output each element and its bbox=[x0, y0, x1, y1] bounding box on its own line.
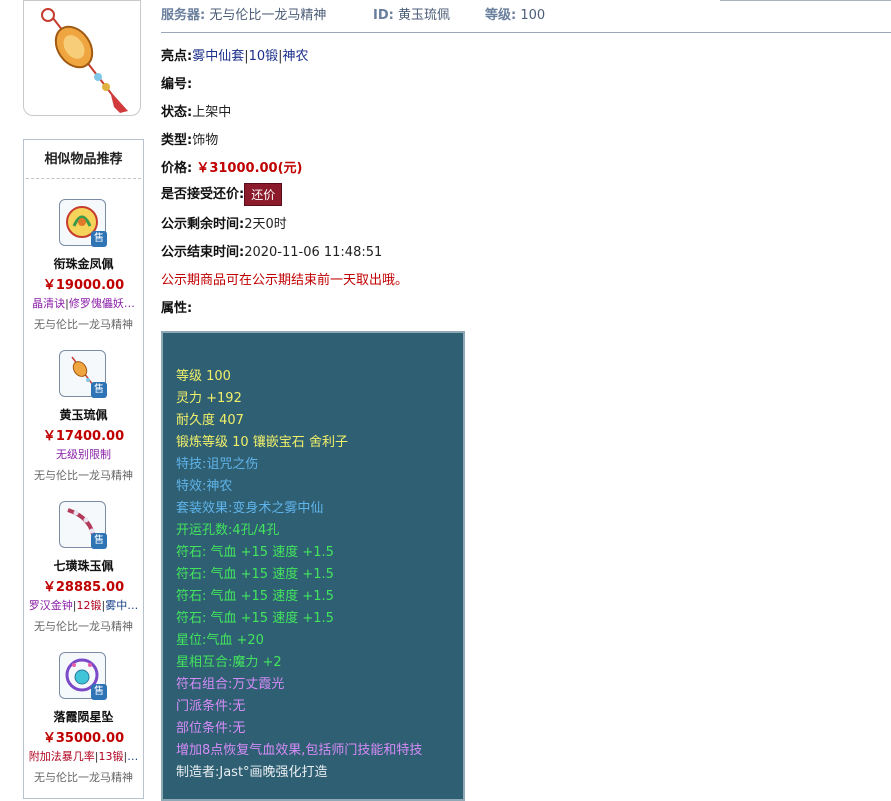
sale-badge: 售 bbox=[91, 533, 107, 549]
item-server: 无与伦比一龙马精神 bbox=[34, 620, 133, 633]
counter-offer-row: 是否接受还价: 还价 bbox=[161, 183, 283, 206]
attr-line: 星相互合:魔力 +2 bbox=[176, 655, 282, 670]
attr-line: 特效:神农 bbox=[176, 479, 233, 494]
pendant-icon bbox=[41, 8, 128, 113]
item-server: 无与伦比一龙马精神 bbox=[34, 469, 133, 482]
attributes-panel: 等级 100 灵力 +192 耐久度 407 锻炼等级 10 镶嵌宝石 舍利子 … bbox=[161, 331, 465, 801]
remaining-time-label: 公示剩余时间: bbox=[161, 217, 245, 232]
attr-line: 星位:气血 +20 bbox=[176, 633, 264, 648]
server-info: 服务器: 无与伦比一龙马精神 bbox=[161, 4, 326, 23]
sale-badge: 售 bbox=[91, 382, 107, 398]
similar-items-title: 相似物品推荐 bbox=[26, 140, 141, 179]
item-price: ￥28885.00 bbox=[42, 580, 125, 595]
type-row: 类型:饰物 bbox=[161, 129, 218, 148]
attr-line: 等级 100 bbox=[176, 369, 231, 384]
attr-line: 部位条件:无 bbox=[176, 721, 246, 736]
attr-line: 符石: 气血 +15 速度 +1.5 bbox=[176, 589, 334, 604]
item-tag: 罗汉金钟 bbox=[28, 599, 73, 612]
item-name[interactable]: 黄玉琉佩 bbox=[24, 406, 143, 423]
level-label: 等级: bbox=[485, 8, 517, 23]
status-label: 状态: bbox=[161, 105, 193, 120]
attr-line: 开运孔数:4孔/4孔 bbox=[176, 523, 280, 538]
similar-items-panel: 相似物品推荐 售 衔珠金凤佩 ￥19000.00 晶清诀|修罗傀儡妖… 无与伦比… bbox=[23, 139, 144, 799]
item-tags: 罗汉金钟|12锻|雾中… bbox=[28, 599, 139, 612]
item-price: ￥35000.00 bbox=[42, 731, 125, 746]
remaining-time-value: 2天0时 bbox=[244, 217, 287, 232]
highlights-label: 亮点: bbox=[161, 49, 193, 64]
attr-line: 符石: 气血 +15 速度 +1.5 bbox=[176, 611, 334, 626]
end-time-row: 公示结束时间:2020-11-06 11:48:51 bbox=[161, 241, 382, 260]
attr-line: 符石: 气血 +15 速度 +1.5 bbox=[176, 567, 334, 582]
price-label: 价格: bbox=[161, 161, 193, 176]
end-time-value: 2020-11-06 11:48:51 bbox=[244, 245, 383, 260]
item-name[interactable]: 落霞陨星坠 bbox=[24, 708, 143, 725]
status-value: 上架中 bbox=[192, 105, 232, 120]
item-header: 服务器: 无与伦比一龙马精神 ID: 黄玉琉佩 等级: 100 bbox=[161, 0, 891, 33]
attr-line: 灵力 +192 bbox=[176, 391, 242, 406]
highlight-tag[interactable]: 10锻 bbox=[249, 49, 279, 64]
status-row: 状态:上架中 bbox=[161, 101, 231, 120]
item-tags: 附加法暴几率|13锻|… bbox=[28, 750, 139, 763]
end-time-label: 公示结束时间: bbox=[161, 245, 245, 260]
item-thumbnail[interactable]: 售 bbox=[59, 199, 107, 247]
highlight-tag[interactable]: 神农 bbox=[283, 49, 309, 64]
item-tags: 无级别限制 bbox=[25, 446, 142, 462]
attributes-label: 属性: bbox=[161, 301, 193, 316]
item-tag: 修罗傀儡妖… bbox=[68, 297, 135, 310]
number-label: 编号: bbox=[161, 77, 193, 92]
item-tag: 晶清诀 bbox=[32, 297, 66, 310]
attr-line: 锻炼等级 10 镶嵌宝石 舍利子 bbox=[176, 435, 348, 450]
attr-line: 增加8点恢复气血效果,包括师门技能和特技 bbox=[176, 743, 423, 758]
id-label: ID: bbox=[373, 8, 394, 23]
id-value: 黄玉琉佩 bbox=[397, 8, 450, 23]
attributes-row: 属性: bbox=[161, 297, 192, 316]
item-tag: 雾中… bbox=[105, 599, 139, 612]
id-info: ID: 黄玉琉佩 bbox=[373, 4, 450, 23]
item-price: ￥19000.00 bbox=[42, 278, 125, 293]
counter-offer-label: 是否接受还价: bbox=[161, 187, 245, 202]
level-info: 等级: 100 bbox=[485, 4, 545, 23]
item-name[interactable]: 七璜珠玉佩 bbox=[24, 557, 143, 574]
item-image bbox=[23, 0, 141, 116]
item-server: 无与伦比一龙马精神 bbox=[34, 771, 133, 784]
level-value: 100 bbox=[520, 8, 546, 23]
number-row: 编号: bbox=[161, 73, 192, 92]
item-thumbnail[interactable]: 售 bbox=[59, 652, 107, 700]
item-name[interactable]: 衔珠金凤佩 bbox=[24, 255, 143, 272]
sale-badge: 售 bbox=[91, 231, 107, 247]
sale-badge: 售 bbox=[91, 684, 107, 700]
server-label: 服务器: bbox=[161, 8, 206, 23]
item-price: ￥17400.00 bbox=[42, 429, 125, 444]
item-tag: 13锻 bbox=[98, 750, 124, 763]
item-tag: 无级别限制 bbox=[56, 448, 111, 461]
highlight-tag[interactable]: 雾中仙套 bbox=[192, 49, 244, 64]
item-thumbnail[interactable]: 售 bbox=[59, 501, 107, 549]
attr-line: 门派条件:无 bbox=[176, 699, 246, 714]
item-tags: 晶清诀|修罗傀儡妖… bbox=[32, 297, 135, 310]
item-server: 无与伦比一龙马精神 bbox=[34, 318, 133, 331]
server-value: 无与伦比一龙马精神 bbox=[209, 8, 327, 23]
attr-line: 特技:诅咒之伤 bbox=[176, 457, 259, 472]
attr-line: 耐久度 407 bbox=[176, 413, 244, 428]
attr-line: 符石组合:万丈霞光 bbox=[176, 677, 285, 692]
attr-line: 制造者:Jast°画晚强化打造 bbox=[176, 765, 328, 780]
attr-line: 符石: 气血 +15 速度 +1.5 bbox=[176, 545, 334, 560]
price-value: ￥31000.00(元) bbox=[196, 161, 303, 176]
counter-offer-button[interactable]: 还价 bbox=[244, 183, 283, 206]
item-thumbnail[interactable]: 售 bbox=[59, 350, 107, 398]
type-value: 饰物 bbox=[192, 133, 219, 148]
highlights-row: 亮点:雾中仙套|10锻|神农 bbox=[161, 49, 309, 64]
notice-text: 公示期商品可在公示期结束前一天取出哦。 bbox=[161, 273, 409, 288]
remaining-time-row: 公示剩余时间:2天0时 bbox=[161, 213, 287, 232]
attr-line: 套装效果:变身术之雾中仙 bbox=[176, 501, 324, 516]
item-tag: 附加法暴几率 bbox=[28, 750, 95, 763]
price-row: 价格: ￥31000.00(元) bbox=[161, 157, 302, 176]
type-label: 类型: bbox=[161, 133, 193, 148]
item-tag: … bbox=[127, 750, 139, 763]
item-tag: 12锻 bbox=[76, 599, 102, 612]
